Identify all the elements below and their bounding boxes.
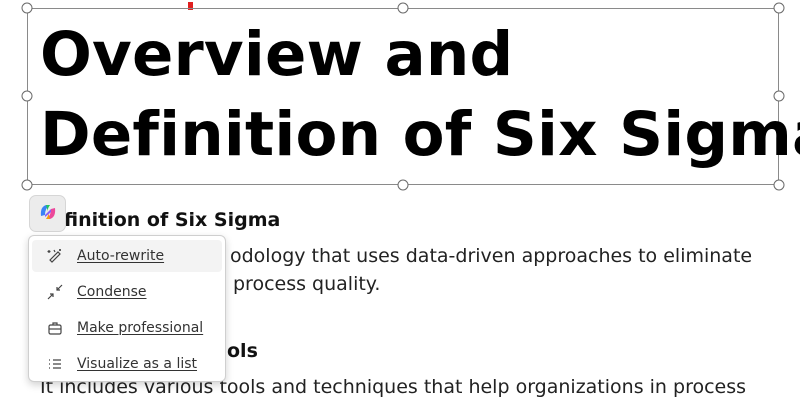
paragraph-line[interactable]: process quality.	[233, 273, 380, 295]
page-title-line-1[interactable]: Overview and	[40, 24, 513, 85]
menu-item-label: Auto-rewrite	[77, 248, 165, 264]
resize-handle-tm[interactable]	[397, 2, 409, 14]
menu-item-label: Condense	[77, 284, 147, 300]
menu-item-label: Make professional	[77, 320, 204, 336]
briefcase-icon	[45, 318, 65, 338]
copilot-button[interactable]	[29, 195, 66, 232]
menu-item-condense[interactable]: Condense	[32, 276, 222, 308]
resize-handle-tr[interactable]	[773, 2, 785, 14]
resize-handle-ml[interactable]	[21, 90, 33, 102]
menu-item-visualize-list[interactable]: Visualize as a list	[32, 348, 222, 380]
section-heading-definition[interactable]: finition of Six Sigma	[64, 209, 280, 231]
section-heading-tools[interactable]: ols	[227, 340, 258, 362]
paragraph-line[interactable]: odology that uses data-driven approaches…	[230, 245, 752, 267]
copilot-icon	[37, 201, 59, 227]
condense-arrows-icon	[45, 282, 65, 302]
resize-handle-bm[interactable]	[397, 179, 409, 191]
menu-item-make-professional[interactable]: Make professional	[32, 312, 222, 344]
copilot-rewrite-menu: Auto-rewrite Condense Make professional	[28, 235, 226, 382]
page-title-line-2[interactable]: Definition of Six Sigma	[40, 104, 800, 165]
resize-handle-tl[interactable]	[21, 2, 33, 14]
menu-item-auto-rewrite[interactable]: Auto-rewrite	[32, 240, 222, 272]
menu-item-label: Visualize as a list	[77, 356, 198, 372]
sparkle-pen-icon	[45, 246, 65, 266]
list-icon	[45, 354, 65, 374]
resize-handle-br[interactable]	[773, 179, 785, 191]
resize-handle-bl[interactable]	[21, 179, 33, 191]
